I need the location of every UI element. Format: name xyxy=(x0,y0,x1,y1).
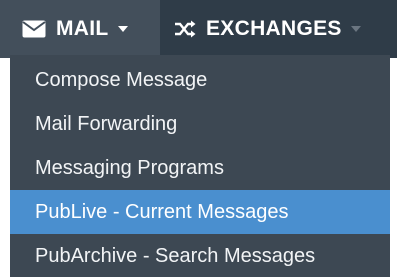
shuffle-icon xyxy=(174,20,196,38)
nav-exchanges-label: EXCHANGES xyxy=(206,17,342,40)
menu-item-pubarchive-search-messages[interactable]: PubArchive - Search Messages xyxy=(10,234,390,278)
nav-exchanges-menu[interactable]: EXCHANGES xyxy=(160,0,361,58)
menu-item-label: Mail Forwarding xyxy=(35,112,178,135)
nav-mail-label: MAIL xyxy=(56,17,109,40)
chevron-down-icon xyxy=(117,26,128,32)
chevron-down-icon xyxy=(350,26,361,32)
menu-item-mail-forwarding[interactable]: Mail Forwarding xyxy=(10,102,390,146)
menu-item-label: Compose Message xyxy=(35,68,208,91)
menu-item-label: PubArchive - Search Messages xyxy=(35,244,316,267)
menu-item-label: Messaging Programs xyxy=(35,156,224,179)
nav-mail-menu[interactable]: MAIL xyxy=(0,0,160,58)
menu-item-publive-current-messages[interactable]: PubLive - Current Messages xyxy=(10,190,390,234)
envelope-icon xyxy=(22,20,46,38)
menu-item-messaging-programs[interactable]: Messaging Programs xyxy=(10,146,390,190)
menu-item-compose-message[interactable]: Compose Message xyxy=(10,58,390,102)
top-navbar: MAIL EXCHANGES xyxy=(0,0,397,58)
mail-dropdown-menu: Compose Message Mail Forwarding Messagin… xyxy=(10,55,390,277)
menu-item-label: PubLive - Current Messages xyxy=(35,200,289,223)
